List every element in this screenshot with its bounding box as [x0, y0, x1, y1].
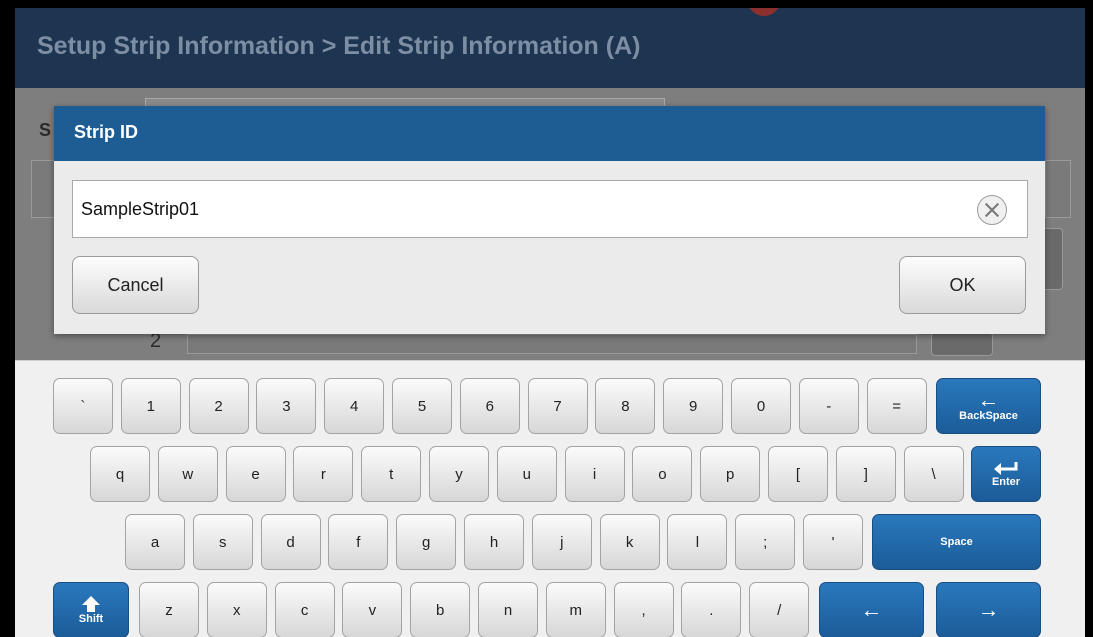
key-row3-0[interactable]: a — [125, 514, 185, 570]
key-row3-5[interactable]: h — [464, 514, 524, 570]
app-window: Setup Strip Information > Edit Strip Inf… — [15, 8, 1085, 637]
background-label: S — [39, 120, 52, 140]
key-row4-8[interactable]: . — [681, 582, 742, 637]
key-u[interactable]: u — [496, 446, 557, 502]
key-row4-5[interactable]: n — [478, 582, 538, 637]
camera-icon — [747, 8, 781, 16]
key-4[interactable]: 4 — [324, 378, 385, 434]
backspace-arrow-icon: ← — [977, 387, 1000, 412]
key-row3-3[interactable]: f — [328, 514, 389, 570]
background-button — [1045, 160, 1071, 218]
key-2[interactable]: 2 — [188, 378, 249, 434]
key-row3-9[interactable]: ; — [735, 514, 796, 570]
arrow-right-key[interactable]: → — [936, 582, 1041, 637]
key-row3-10[interactable]: ' — [803, 514, 863, 570]
enter-key[interactable]: Enter — [971, 446, 1041, 502]
clear-icon[interactable] — [977, 195, 1007, 225]
key-t[interactable]: t — [361, 446, 422, 502]
ok-button[interactable]: OK — [899, 256, 1026, 314]
space-key[interactable]: Space — [872, 514, 1041, 570]
backspace-key[interactable]: ← BackSpace — [936, 378, 1041, 434]
key-q[interactable]: q — [90, 446, 150, 502]
key-row3-8[interactable]: l — [667, 514, 728, 570]
enter-key-label: Enter — [991, 476, 1021, 488]
shift-key[interactable]: Shift — [53, 582, 129, 637]
key-6[interactable]: 6 — [459, 378, 520, 434]
strip-id-field — [72, 180, 1028, 238]
key-row4-4[interactable]: b — [410, 582, 471, 637]
dialog-header: Strip ID — [54, 106, 1045, 161]
key-e[interactable]: e — [225, 446, 286, 502]
key-12[interactable]: = — [866, 378, 927, 434]
background-row-input — [187, 334, 917, 354]
key-i[interactable]: i — [564, 446, 625, 502]
key-sym10[interactable]: [ — [768, 446, 828, 502]
arrow-left-key[interactable]: ← — [819, 582, 924, 637]
key-r[interactable]: r — [293, 446, 354, 502]
key-row4-1[interactable]: x — [206, 582, 267, 637]
key-row4-9[interactable]: / — [749, 582, 810, 637]
key-row3-6[interactable]: j — [531, 514, 592, 570]
key-sym12[interactable]: \ — [903, 446, 964, 502]
key-row4-7[interactable]: , — [613, 582, 674, 637]
key-8[interactable]: 8 — [595, 378, 656, 434]
key-10[interactable]: 0 — [731, 378, 791, 434]
strip-id-dialog: Strip ID Cancel OK — [54, 106, 1045, 334]
key-row3-7[interactable]: k — [599, 514, 660, 570]
key-row4-3[interactable]: v — [342, 582, 403, 637]
key-row3-1[interactable]: s — [192, 514, 253, 570]
key-sym11[interactable]: ] — [835, 446, 896, 502]
backspace-key-label: BackSpace — [959, 410, 1018, 422]
dialog-title: Strip ID — [74, 122, 139, 142]
key-3[interactable]: 3 — [256, 378, 317, 434]
key-1[interactable]: 1 — [120, 378, 181, 434]
key-row3-4[interactable]: g — [396, 514, 457, 570]
arrow-right-icon: → — [977, 597, 1000, 622]
key-y[interactable]: y — [429, 446, 489, 502]
page-header: Setup Strip Information > Edit Strip Inf… — [15, 8, 1085, 88]
key-p[interactable]: p — [700, 446, 761, 502]
page-title: Setup Strip Information > Edit Strip Inf… — [37, 32, 641, 60]
key-5[interactable]: 5 — [392, 378, 452, 434]
cancel-button[interactable]: Cancel — [72, 256, 199, 314]
key-row4-0[interactable]: z — [139, 582, 199, 637]
key-row4-2[interactable]: c — [274, 582, 335, 637]
key-9[interactable]: 9 — [663, 378, 724, 434]
shift-key-label: Shift — [78, 613, 104, 625]
on-screen-keyboard: ` 1 2 3 4 5 6 7 8 9 0- = ← BackSpace q w e r t y u i o p[] \ Ente… — [15, 360, 1085, 637]
key-11[interactable]: - — [798, 378, 859, 434]
key-row3-2[interactable]: d — [260, 514, 321, 570]
strip-id-input[interactable] — [81, 196, 961, 222]
key-w[interactable]: w — [157, 446, 218, 502]
arrow-left-icon: ← — [860, 597, 883, 622]
shift-arrow-icon — [82, 596, 100, 612]
key-o[interactable]: o — [632, 446, 693, 502]
space-key-label: Space — [940, 536, 973, 548]
background-clear-button — [931, 332, 993, 356]
key-0[interactable]: ` — [53, 378, 113, 434]
enter-arrow-icon — [994, 462, 1018, 475]
key-row4-6[interactable]: m — [545, 582, 606, 637]
key-7[interactable]: 7 — [527, 378, 588, 434]
